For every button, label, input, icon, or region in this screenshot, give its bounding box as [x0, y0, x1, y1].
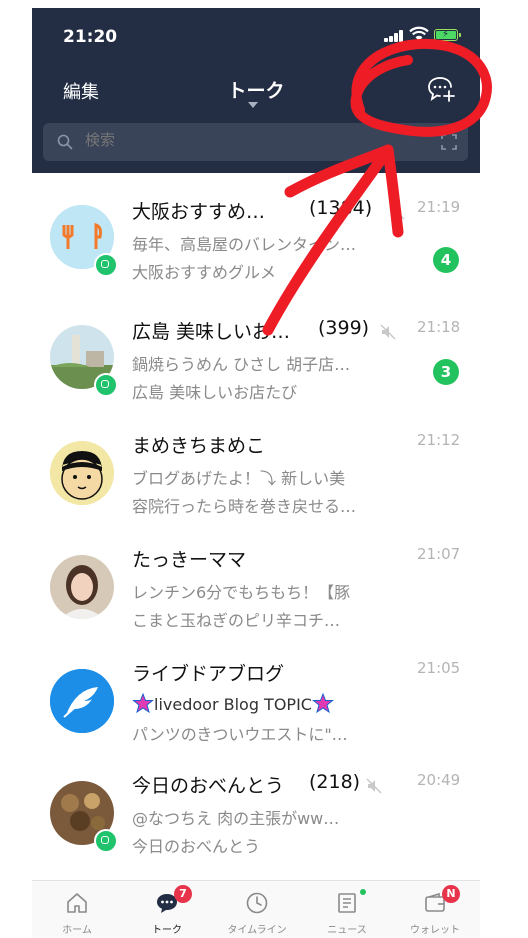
- tab-home[interactable]: ホーム: [32, 881, 122, 938]
- tab-label: ウォレット: [410, 925, 460, 936]
- tab-label: タイムライン: [227, 925, 287, 936]
- star-icon: [312, 693, 334, 714]
- star-icon: [132, 693, 154, 714]
- chat-preview-line1: 毎年、高島屋のバレンタイン…: [132, 235, 357, 254]
- chat-time: 21:05: [417, 659, 461, 677]
- home-icon: [67, 893, 87, 913]
- title-dropdown-icon[interactable]: [248, 102, 258, 108]
- chat-row-takkiimama[interactable]: たっきーママ レンチン6分でもちもち！【豚 こまと玉ねぎのピリ辛コチ… 21:0…: [32, 533, 480, 653]
- chat-preview-line2: 大阪おすすめグルメ: [132, 263, 277, 282]
- member-count: (218): [309, 771, 361, 793]
- user-avatar: [50, 441, 114, 505]
- chat-preview-line1-wrap: livedoor Blog TOPIC: [132, 693, 392, 714]
- chat-row-osaka[interactable]: 大阪おすすめ… (1384) 毎年、高島屋のバレンタイン… 大阪おすすめグルメ …: [32, 173, 480, 293]
- unread-badge: 3: [433, 359, 459, 385]
- clock-icon: [246, 892, 268, 914]
- chat-time: 21:19: [417, 198, 461, 216]
- mute-icon: [380, 324, 396, 340]
- tab-label: トーク: [152, 925, 182, 936]
- chat-preview-line2: 広島 美味しいお店たび: [132, 383, 298, 402]
- chat-row-mamekichi[interactable]: まめきちまめこ ブログあげたよ！⤵ 新しい美 容院行ったら時を巻き戻せる… 21…: [32, 413, 480, 533]
- search-bar[interactable]: [43, 123, 468, 161]
- wifi-icon: [409, 26, 429, 41]
- chat-row-livedoor[interactable]: ライブドアブログ livedoor Blog TOPIC パンツのきついウエスト…: [32, 653, 480, 773]
- chat-time: 21:12: [417, 431, 461, 449]
- chat-preview-line1: ブログあげたよ！⤵ 新しい美: [132, 469, 346, 488]
- signal-icon: [384, 30, 406, 42]
- mute-icon: [366, 778, 382, 794]
- status-bar: 21:20 ⚡: [32, 8, 480, 64]
- livedoor-feather-icon: [50, 669, 114, 733]
- bottom-tab-bar: ホーム 7 トーク タイムライン ニュース N ウォレット: [32, 880, 480, 938]
- tab-badge: 7: [174, 885, 192, 903]
- tab-timeline[interactable]: タイムライン: [212, 881, 302, 938]
- new-chat-icon[interactable]: [426, 74, 456, 104]
- user-avatar: [50, 555, 114, 619]
- group-badge-icon: [94, 253, 118, 277]
- chat-preview-line1: レンチン6分でもちもち！【豚: [132, 583, 351, 602]
- chat-preview-line2: こまと玉ねぎのピリ辛コチ…: [132, 611, 341, 630]
- chat-time: 20:49: [417, 771, 461, 789]
- unread-badge: 4: [433, 247, 459, 273]
- chat-time: 21:07: [417, 545, 461, 563]
- phone-screen: 21:20 ⚡ 編集 トーク 検索 大阪おすすめ… (1384) 毎年、高島屋の…: [32, 8, 480, 938]
- search-icon: [57, 134, 73, 150]
- new-indicator-dot: [360, 889, 366, 895]
- member-count: (399): [318, 317, 370, 339]
- chat-name: 今日のおべんとう: [132, 775, 285, 797]
- chat-row-hiroshima[interactable]: 広島 美味しいお… (399) 鍋焼らうめん ひさし 胡子店… 広島 美味しいお…: [32, 293, 480, 413]
- official-account-avatar: [50, 669, 114, 733]
- chat-preview-line2: 今日のおべんとう: [132, 837, 261, 856]
- member-count: (1384): [309, 197, 373, 219]
- tab-wallet[interactable]: N ウォレット: [390, 881, 480, 938]
- woman-photo-avatar-image: [50, 555, 114, 619]
- qr-scan-icon[interactable]: [441, 134, 457, 150]
- chat-preview-line1: 鍋焼らうめん ひさし 胡子店…: [132, 355, 351, 374]
- tab-label: ニュース: [327, 925, 367, 936]
- chat-row-bento[interactable]: 今日のおべんとう (218) @なつちえ 肉の主張がww… 今日のおべんとう 2…: [32, 771, 480, 893]
- chat-name: たっきーママ: [132, 549, 247, 571]
- chat-name: 大阪おすすめ…: [132, 201, 266, 223]
- mute-icon: [389, 204, 405, 220]
- chat-time: 21:18: [417, 318, 461, 336]
- chat-name: 広島 美味しいお…: [132, 321, 291, 343]
- group-badge-icon: [94, 373, 118, 397]
- tab-news[interactable]: ニュース: [302, 881, 392, 938]
- chat-preview-line2: パンツのきついウエストに"…: [132, 725, 348, 744]
- header-bar: 21:20 ⚡ 編集 トーク: [32, 8, 480, 173]
- chat-preview-line1: @なつちえ 肉の主張がww…: [132, 809, 340, 828]
- tab-badge: N: [442, 885, 460, 903]
- chat-preview-line2: 容院行ったら時を巻き戻せる…: [132, 497, 357, 516]
- news-icon: [338, 893, 356, 913]
- chat-name: まめきちまめこ: [132, 435, 266, 457]
- cartoon-face-avatar-image: [50, 441, 114, 505]
- battery-icon: ⚡: [434, 29, 461, 41]
- search-input[interactable]: [85, 131, 385, 149]
- tab-talk[interactable]: 7 トーク: [122, 881, 212, 938]
- page-title[interactable]: トーク: [32, 76, 480, 103]
- group-badge-icon: [94, 829, 118, 853]
- tab-label: ホーム: [62, 925, 92, 936]
- chat-name: ライブドアブログ: [132, 663, 285, 685]
- chat-preview-line1: livedoor Blog TOPIC: [154, 695, 312, 714]
- status-time: 21:20: [63, 27, 118, 47]
